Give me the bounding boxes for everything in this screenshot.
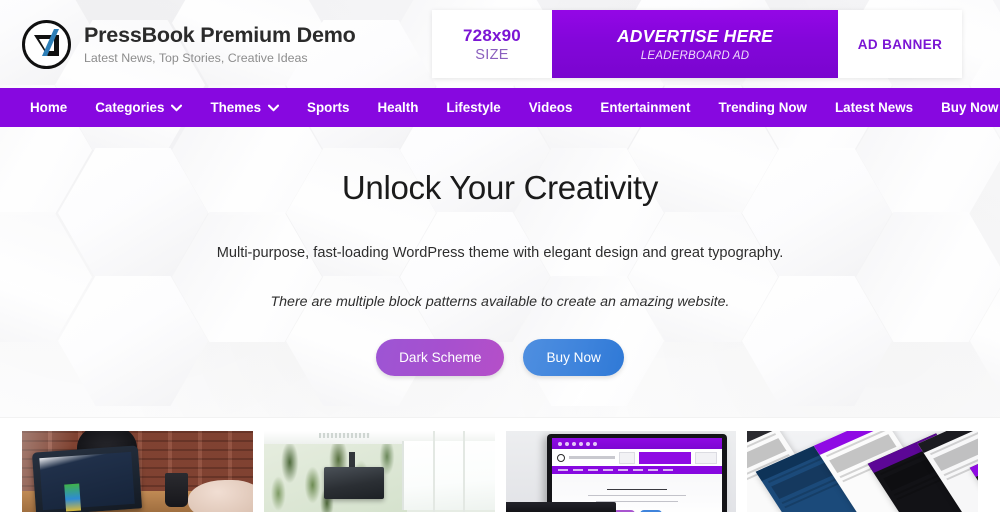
ad-size-label: SIZE: [475, 46, 509, 63]
page-root: PressBook Premium Demo Latest News, Top …: [0, 0, 1000, 512]
image-content: [22, 431, 253, 512]
pressbook-logo-icon[interactable]: [22, 19, 71, 69]
leaf-wallpaper-room-image[interactable]: [263, 431, 495, 512]
chevron-down-icon[interactable]: [171, 104, 183, 112]
ad-right-block: AD BANNER: [838, 10, 962, 78]
nav-item-label: Latest News: [834, 100, 914, 115]
image-content: [747, 431, 978, 512]
nav-item-trending-now[interactable]: Trending Now: [704, 88, 821, 127]
hero-note: There are multiple block patterns availa…: [270, 294, 730, 310]
chevron-down-icon[interactable]: [267, 104, 280, 112]
nav-item-label: Themes: [210, 100, 262, 115]
image-content: [505, 431, 737, 512]
nav-item-label: Lifestyle: [446, 100, 501, 115]
hero-subtitle: Multi-purpose, fast-loading WordPress th…: [216, 245, 784, 261]
hero-action-group: Dark Scheme Buy Now: [376, 339, 624, 376]
nav-item-label: Home: [30, 100, 68, 115]
nav-item-label: Entertainment: [600, 100, 691, 115]
ad-size-value: 728x90: [463, 25, 521, 45]
ad-right-label: AD BANNER: [857, 36, 943, 52]
featured-images-band: [0, 417, 1000, 512]
leaderboard-ad-banner[interactable]: 728x90 SIZE ADVERTISE HERE LEADERBOARD A…: [432, 10, 962, 78]
nav-item-label: Sports: [307, 100, 350, 115]
ad-subline: LEADERBOARD AD: [640, 50, 750, 62]
nav-item-videos[interactable]: Videos: [515, 88, 587, 127]
nav-item-lifestyle[interactable]: Lifestyle: [432, 88, 514, 127]
nav-item-label: Videos: [528, 100, 573, 115]
section-divider: [0, 417, 1000, 418]
nav-item-buy-now[interactable]: Buy Now: [927, 88, 1000, 127]
card-list: [0, 431, 1000, 512]
brand-link[interactable]: PressBook Premium Demo Latest News, Top …: [22, 19, 356, 69]
nav-item-label: Trending Now: [718, 100, 807, 115]
ad-size-block: 728x90 SIZE: [432, 10, 552, 78]
nav-item-latest-news[interactable]: Latest News: [821, 88, 927, 127]
nav-item-label: Categories: [95, 100, 165, 115]
main-navigation: Home Categories Themes Sports Health Lif…: [0, 88, 1000, 127]
site-tagline: Latest News, Top Stories, Creative Ideas: [84, 50, 308, 65]
laptop-on-desk-image[interactable]: [22, 431, 253, 512]
nav-item-entertainment[interactable]: Entertainment: [586, 88, 704, 127]
hero-section: Unlock Your Creativity Multi-purpose, fa…: [0, 127, 1000, 417]
dark-scheme-button[interactable]: Dark Scheme: [376, 339, 505, 376]
nav-item-themes[interactable]: Themes: [196, 88, 293, 127]
site-title: PressBook Premium Demo: [84, 22, 356, 47]
image-content: [263, 431, 495, 512]
nav-item-sports[interactable]: Sports: [293, 88, 363, 127]
nav-item-home[interactable]: Home: [26, 88, 81, 127]
ad-headline: ADVERTISE HERE: [616, 26, 774, 46]
page-title: Unlock Your Creativity: [341, 169, 659, 206]
theme-preview-laptop-image[interactable]: [505, 431, 737, 512]
nav-item-health[interactable]: Health: [363, 88, 432, 127]
nav-item-label: Health: [377, 100, 419, 115]
nav-item-categories[interactable]: Categories: [81, 88, 196, 127]
buy-now-button[interactable]: Buy Now: [523, 339, 624, 376]
ad-creative[interactable]: ADVERTISE HERE LEADERBOARD AD: [552, 10, 838, 78]
nav-item-label: Buy Now: [941, 100, 999, 115]
nav-item-list: Home Categories Themes Sports Health Lif…: [26, 88, 1000, 127]
device-mockups-image[interactable]: [747, 431, 978, 512]
